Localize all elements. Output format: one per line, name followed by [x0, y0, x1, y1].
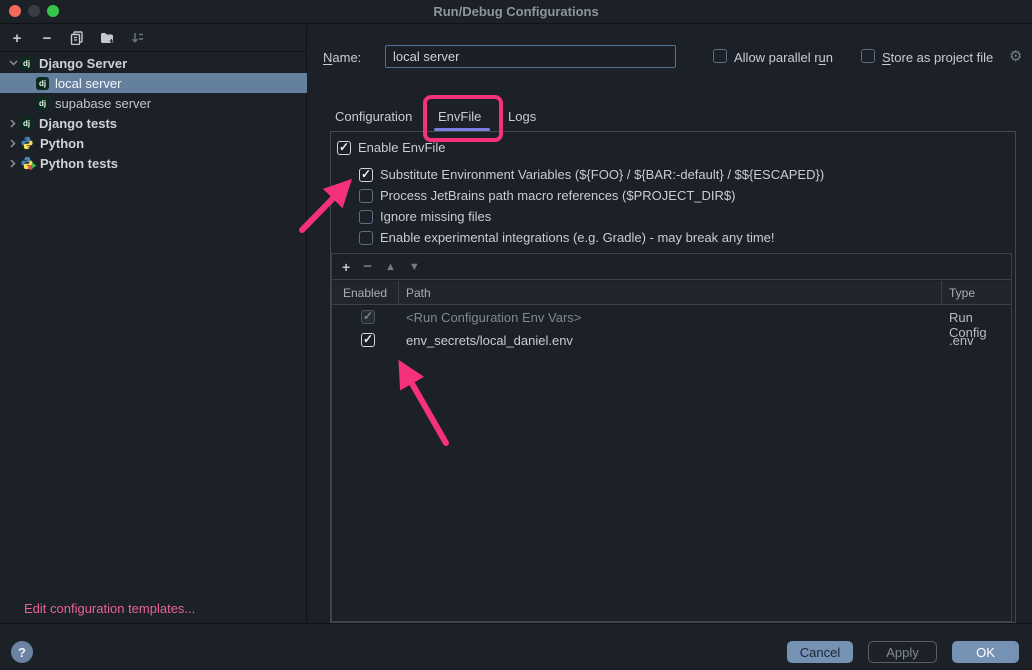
run-debug-configurations-dialog: Run/Debug Configurations + − dj Django S… [0, 0, 1032, 670]
configurations-tree: dj Django Server dj local server dj supa… [0, 53, 307, 173]
substitute-env-vars-checkbox[interactable] [359, 168, 373, 182]
enable-envfile-label: Enable EnvFile [358, 140, 445, 155]
python-tests-icon [20, 156, 34, 170]
tree-item-python-tests[interactable]: Python tests [0, 153, 307, 173]
table-header: Enabled Path Type [332, 281, 1011, 305]
tab-configuration[interactable]: Configuration [335, 109, 412, 124]
move-up-icon[interactable]: ▲ [385, 261, 396, 273]
copy-configuration-icon[interactable] [68, 29, 86, 47]
edit-configuration-templates-link[interactable]: Edit configuration templates... [24, 601, 195, 616]
column-divider[interactable] [941, 281, 942, 305]
ignore-missing-files-label: Ignore missing files [380, 209, 491, 224]
allow-parallel-run-label: Allow parallel run [734, 50, 833, 65]
dialog-footer: ? Cancel Apply OK [0, 623, 1032, 670]
table-row[interactable]: <Run Configuration Env Vars> Run Config [332, 306, 1011, 329]
row-enabled-checkbox [361, 310, 375, 324]
column-header-enabled[interactable]: Enabled [343, 286, 387, 300]
substitute-env-vars-label: Substitute Environment Variables (${FOO}… [380, 167, 824, 182]
apply-button[interactable]: Apply [868, 641, 937, 663]
window-title: Run/Debug Configurations [0, 4, 1032, 19]
column-header-path[interactable]: Path [406, 286, 431, 300]
name-input[interactable] [385, 45, 676, 68]
tree-item-label: local server [55, 76, 121, 91]
tree-item-django-tests[interactable]: dj Django tests [0, 113, 307, 133]
move-down-icon[interactable]: ▼ [409, 261, 420, 273]
tree-item-python[interactable]: Python [0, 133, 307, 153]
column-divider[interactable] [398, 281, 399, 305]
chevron-down-icon[interactable] [6, 60, 20, 66]
enable-envfile-row: Enable EnvFile [337, 140, 445, 155]
ok-button[interactable]: OK [952, 641, 1019, 663]
django-icon: dj [20, 57, 33, 70]
substitute-env-vars-row: Substitute Environment Variables (${FOO}… [359, 167, 824, 182]
django-tests-icon: dj [20, 117, 33, 130]
ignore-missing-files-row: Ignore missing files [359, 209, 491, 224]
tree-item-label: Django tests [39, 116, 117, 131]
process-path-macro-row: Process JetBrains path macro references … [359, 188, 735, 203]
store-as-project-file-label: Store as project file [882, 50, 993, 65]
store-as-project-file-checkbox[interactable] [861, 49, 875, 63]
chevron-right-icon[interactable] [6, 119, 20, 128]
tree-item-label: Python tests [40, 156, 118, 171]
gear-icon[interactable]: ⚙ [1009, 47, 1022, 65]
django-icon: dj [36, 77, 49, 90]
help-button[interactable]: ? [11, 641, 33, 663]
add-configuration-icon[interactable]: + [8, 29, 26, 47]
sort-configurations-icon[interactable] [128, 29, 146, 47]
process-path-macro-checkbox[interactable] [359, 189, 373, 203]
tree-item-label: supabase server [55, 96, 151, 111]
remove-env-file-icon[interactable]: − [363, 258, 372, 275]
allow-parallel-run-checkbox[interactable] [713, 49, 727, 63]
ignore-missing-files-checkbox[interactable] [359, 210, 373, 224]
chevron-right-icon[interactable] [6, 139, 20, 148]
env-file-type: .env [949, 333, 974, 348]
tree-item-supabase-server[interactable]: dj supabase server [0, 93, 307, 113]
tree-item-label: Django Server [39, 56, 127, 71]
env-file-path: env_secrets/local_daniel.env [406, 333, 573, 348]
env-file-path: <Run Configuration Env Vars> [406, 310, 581, 325]
enable-envfile-checkbox[interactable] [337, 141, 351, 155]
cancel-button[interactable]: Cancel [787, 641, 853, 663]
remove-configuration-icon[interactable]: − [38, 29, 56, 47]
table-row[interactable]: env_secrets/local_daniel.env .env [332, 329, 1011, 352]
add-env-file-icon[interactable]: + [342, 259, 350, 275]
django-icon: dj [36, 97, 49, 110]
experimental-integrations-row: Enable experimental integrations (e.g. G… [359, 230, 775, 245]
tree-item-label: Python [40, 136, 84, 151]
configurations-sidebar: + − dj Django Server dj [0, 25, 307, 623]
experimental-integrations-checkbox[interactable] [359, 231, 373, 245]
tree-item-local-server[interactable]: dj local server [0, 73, 307, 93]
env-files-table: + − ▲ ▼ Enabled Path Type <Run Configura… [331, 253, 1012, 622]
python-icon [20, 136, 34, 150]
experimental-integrations-label: Enable experimental integrations (e.g. G… [380, 230, 775, 245]
name-label: Name: [323, 50, 361, 65]
tab-envfile[interactable]: EnvFile [438, 109, 481, 124]
sidebar-toolbar: + − [0, 25, 306, 52]
process-path-macro-label: Process JetBrains path macro references … [380, 188, 735, 203]
env-files-table-toolbar: + − ▲ ▼ [332, 254, 1011, 280]
row-enabled-checkbox[interactable] [361, 333, 375, 347]
column-header-type[interactable]: Type [949, 286, 975, 300]
chevron-right-icon[interactable] [6, 159, 20, 168]
titlebar: Run/Debug Configurations [0, 0, 1032, 24]
tab-logs[interactable]: Logs [508, 109, 536, 124]
tree-item-django-server[interactable]: dj Django Server [0, 53, 307, 73]
new-folder-icon[interactable] [98, 29, 116, 47]
